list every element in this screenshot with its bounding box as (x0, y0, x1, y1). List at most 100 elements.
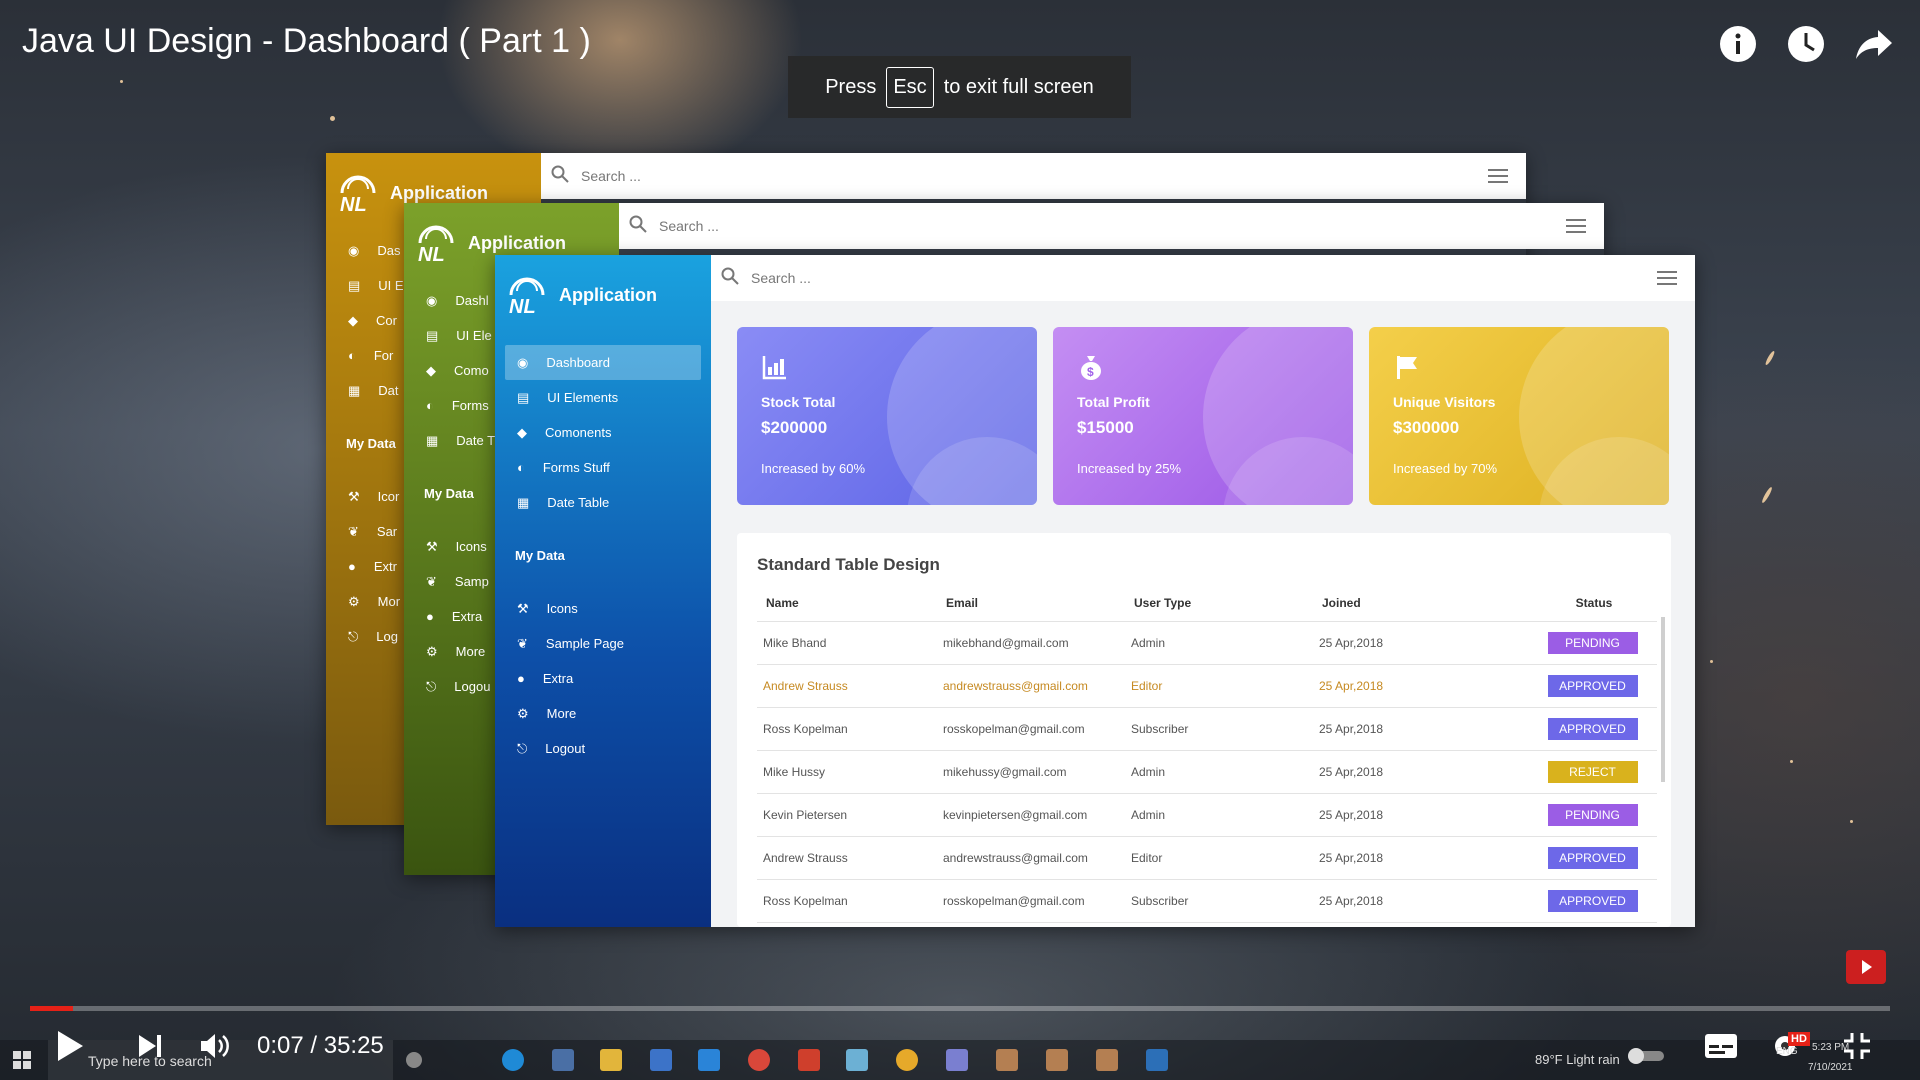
menu-item-date-table[interactable]: ▦ Date Table (495, 485, 711, 520)
table-row[interactable]: Ross Kopelman rosskopelman@gmail.com Subsc… (757, 707, 1657, 751)
cell-joined: 25 Apr,2018 (1313, 793, 1523, 837)
table-row[interactable]: Kevin Pietersen kevinpietersen@gmail.com A… (757, 793, 1657, 837)
status-badge[interactable]: PENDING (1547, 804, 1638, 826)
status-badge[interactable]: APPROVED (1547, 675, 1638, 697)
menu-label: Log (376, 629, 398, 644)
menu-label: Icons (546, 601, 578, 616)
svg-text:NL: NL (340, 194, 367, 215)
cell-joined: 25 Apr,2018 (1313, 664, 1523, 708)
status-badge[interactable]: PENDING (1547, 632, 1638, 654)
volume-icon[interactable] (198, 1026, 232, 1066)
mail-icon[interactable] (698, 1049, 720, 1071)
java-app-icon[interactable] (996, 1049, 1018, 1071)
forms-icon: ◐ (348, 348, 356, 363)
logo-icon: NL (414, 221, 458, 266)
app-icon[interactable] (1146, 1049, 1168, 1071)
weather-text[interactable]: 89°F Light rain (1535, 1052, 1620, 1067)
exit-fullscreen-banner: Press Esc to exit full screen (788, 56, 1131, 118)
menu-label: Forms Stuff (542, 460, 610, 475)
windows-start-icon[interactable] (12, 1048, 32, 1072)
table-title: Standard Table Design (757, 555, 940, 574)
subtitles-icon[interactable] (1704, 1026, 1738, 1066)
hamburger-menu-icon[interactable] (1566, 215, 1586, 237)
card-value: $15000 (1077, 418, 1134, 437)
menu-item-comonents[interactable]: ◆ Comonents (495, 415, 711, 450)
menu-label: Dashboard (546, 355, 610, 370)
watch-later-icon[interactable] (1784, 22, 1828, 66)
chrome-icon[interactable] (748, 1049, 770, 1071)
task-view-icon[interactable] (406, 1052, 422, 1068)
video-progress-bar[interactable] (30, 1006, 1890, 1011)
app-icon[interactable] (946, 1049, 968, 1071)
info-icon[interactable] (1716, 22, 1760, 66)
esc-banner-press: Press (825, 75, 877, 98)
taskbar-date[interactable]: 7/10/2021 (1808, 1062, 1853, 1073)
app-icon[interactable] (798, 1049, 820, 1071)
share-icon[interactable] (1852, 22, 1896, 66)
gauge-icon: ◉ (426, 292, 438, 308)
java-app-icon[interactable] (1096, 1049, 1118, 1071)
search-input[interactable]: Search ... (659, 218, 1566, 234)
cell-email: andrewstrauss@gmail.com (937, 836, 1125, 880)
table-row[interactable]: Andrew Strauss andrewstrauss@gmail.com Edi… (757, 664, 1657, 708)
topbar: Search ... (619, 203, 1604, 249)
taskbar-lang[interactable]: ENG (1776, 1046, 1798, 1057)
logout-icon: ⎋ (517, 740, 528, 756)
store-icon[interactable] (650, 1049, 672, 1071)
table-row[interactable]: Mike Hussymikehussy@gmail.comAdmin25 Apr… (757, 922, 1657, 927)
menu-item-more[interactable]: ⚙ More (495, 696, 711, 731)
cell-joined: 25 Apr,2018 (1313, 750, 1523, 794)
data-menu: ⚒ Icons ❦ Sample Page ● Extra ⚙ More ⎋ Logout (495, 591, 711, 766)
menu-label: Icons (455, 539, 487, 554)
folder-icon[interactable] (600, 1049, 622, 1071)
hamburger-menu-icon[interactable] (1657, 267, 1677, 289)
java-app-icon[interactable] (1046, 1049, 1068, 1071)
brand-name: Application (390, 182, 488, 203)
taskbar-time[interactable]: 5:23 PM (1812, 1042, 1849, 1053)
menu-label: Icor (377, 489, 400, 504)
table-row[interactable]: Mike Bhand mikebhand@gmail.com Admin 25 Apr… (757, 621, 1657, 665)
hd-badge: HD (1788, 1032, 1810, 1046)
table-scrollbar[interactable] (1661, 617, 1665, 782)
cell-name: Andrew Strauss (757, 664, 937, 708)
subscribe-watermark-icon[interactable] (1846, 950, 1886, 984)
status-badge[interactable]: APPROVED (1547, 890, 1638, 912)
autoplay-toggle[interactable] (1626, 1036, 1666, 1076)
flag-icon (1393, 353, 1421, 381)
video-title: Java UI Design - Dashboard ( Part 1 ) (22, 22, 591, 60)
menu-label: Logout (545, 741, 586, 756)
gear-icon: ⚙ (426, 643, 438, 659)
next-icon[interactable] (134, 1026, 166, 1066)
spark (1850, 820, 1853, 823)
app-icon[interactable] (896, 1049, 918, 1071)
menu-label: Date T (456, 433, 496, 448)
edge-icon[interactable] (502, 1049, 524, 1071)
status-badge[interactable]: APPROVED (1547, 847, 1638, 869)
menu-item-logout[interactable]: ⎋ Logout (495, 731, 711, 766)
menu-label: UI Elements (547, 390, 619, 405)
play-icon[interactable] (50, 1026, 90, 1066)
hammer-icon: ⚒ (517, 600, 529, 616)
search-input[interactable]: Search ... (581, 168, 1488, 184)
status-badge[interactable]: REJECT (1547, 761, 1638, 783)
app-icon[interactable] (846, 1049, 868, 1071)
esc-key: Esc (886, 66, 934, 108)
hamburger-menu-icon[interactable] (1488, 165, 1508, 187)
menu-item-sample-page[interactable]: ❦ Sample Page (495, 626, 711, 661)
stat-card-total-profit: $ Total Profit $15000 Increased by 25% (1053, 327, 1353, 505)
search-input[interactable]: Search ... (751, 270, 1657, 286)
app-icon[interactable] (552, 1049, 574, 1071)
menu-item-forms-stuff[interactable]: ◐ Forms Stuff (495, 450, 711, 485)
menu-label: Como (454, 363, 489, 378)
menu-item-icons[interactable]: ⚒ Icons (495, 591, 711, 626)
brand: NL Application (495, 255, 711, 335)
menu-item-extra[interactable]: ● Extra (495, 661, 711, 696)
table-row[interactable]: Ross Kopelman rosskopelman@gmail.com Subsc… (757, 879, 1657, 923)
table-row[interactable]: Andrew Strauss andrewstrauss@gmail.com Edi… (757, 836, 1657, 880)
menu-item-ui-elements[interactable]: ▤ UI Elements (495, 380, 711, 415)
cell-email: andrewstrauss@gmail.com (937, 664, 1125, 708)
menu-item-dashboard[interactable]: ◉ Dashboard (505, 345, 701, 380)
table-row[interactable]: Mike Hussymikehussy@gmail.comAdmin25 Apr… (757, 750, 1657, 794)
status-badge[interactable]: APPROVED (1547, 718, 1638, 740)
cell-status: APPROVED (1523, 664, 1657, 708)
